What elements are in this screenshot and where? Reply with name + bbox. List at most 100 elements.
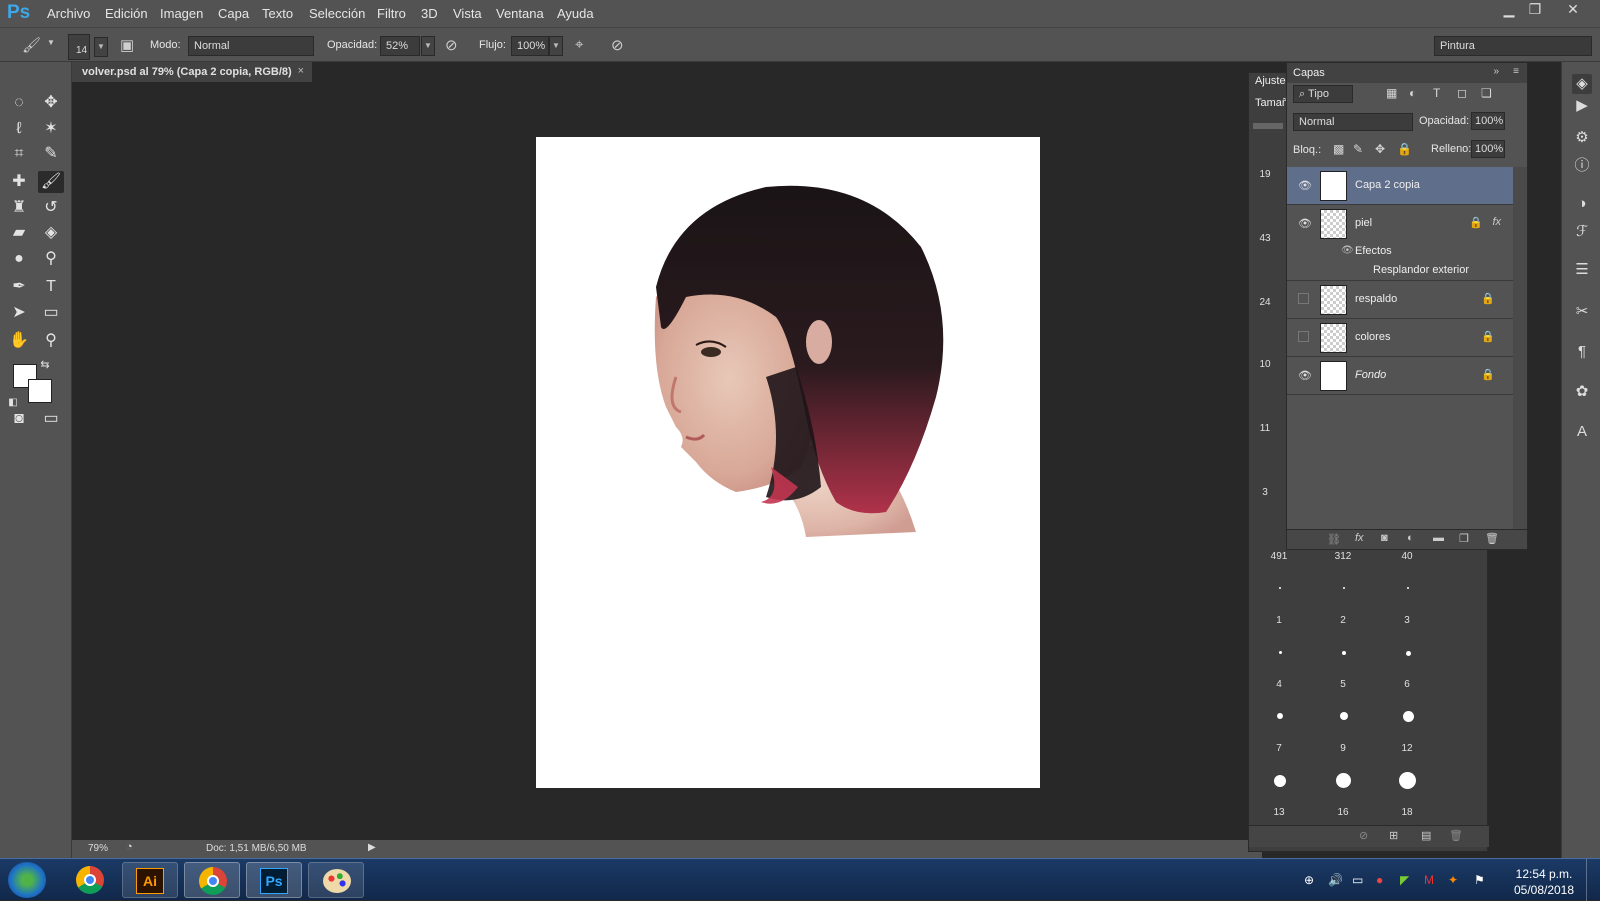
lasso-icon[interactable]: ℓ: [6, 118, 32, 140]
show-desktop-button[interactable]: [1586, 859, 1600, 901]
flow-dropdown[interactable]: ▼: [549, 36, 563, 56]
paint-bucket-icon[interactable]: ◈: [38, 222, 64, 244]
tray-volume-icon[interactable]: 🔊: [1328, 873, 1343, 887]
brush-tool-icon[interactable]: 🖌: [22, 36, 41, 54]
tray-mail-icon[interactable]: M: [1424, 873, 1434, 887]
brush-preset[interactable]: 491: [1249, 551, 1309, 562]
brush-tip-preview[interactable]: [1342, 651, 1346, 655]
brush-toggle-icon[interactable]: ⊘: [1359, 829, 1368, 842]
layer-fx-icon[interactable]: fx: [1492, 216, 1501, 228]
taskbar-chrome-icon[interactable]: [62, 862, 118, 898]
layer-row[interactable]: 👁 piel 🔒 fx 👁 Efectos Resplandor exterio…: [1287, 205, 1513, 281]
lock-all-icon[interactable]: 🔒: [1397, 142, 1412, 156]
minimize-icon[interactable]: ▁: [1496, 1, 1522, 21]
visibility-toggle-empty[interactable]: [1298, 331, 1309, 342]
adjust-panel-tab[interactable]: Ajuste: [1255, 75, 1286, 87]
eraser-icon[interactable]: ▰: [6, 222, 32, 244]
menu-3d[interactable]: 3D: [421, 6, 438, 21]
brush-tip-preview[interactable]: [1336, 773, 1351, 788]
info-icon[interactable]: ⓘ: [1572, 156, 1592, 176]
delete-layer-icon[interactable]: 🗑: [1485, 532, 1499, 545]
tool-presets-icon[interactable]: ✂: [1572, 302, 1592, 322]
type-icon[interactable]: T: [38, 276, 64, 298]
tray-app-icon[interactable]: ●: [1376, 873, 1383, 887]
menu-seleccion[interactable]: Selección: [309, 6, 365, 21]
layer-row[interactable]: respaldo 🔒: [1287, 281, 1513, 319]
brush-preset[interactable]: 40: [1377, 551, 1437, 562]
adjustments-icon[interactable]: ⚙: [1572, 128, 1592, 148]
dodge-icon[interactable]: ⚲: [38, 248, 64, 270]
brush-tip-preview[interactable]: [1406, 651, 1411, 656]
zoom-icon[interactable]: ⚲: [38, 330, 64, 352]
tray-network-icon[interactable]: ⊕: [1304, 873, 1314, 887]
brush-tip-preview[interactable]: [1403, 711, 1414, 722]
brush-preset[interactable]: 6: [1377, 679, 1437, 690]
layers-scrollbar[interactable]: [1513, 167, 1527, 547]
add-style-icon[interactable]: fx: [1355, 532, 1364, 544]
tray-nvidia-icon[interactable]: ◤: [1400, 873, 1409, 887]
filter-pixel-icon[interactable]: ▦: [1386, 86, 1397, 100]
status-info-icon[interactable]: ◔: [126, 841, 133, 853]
quick-mask-icon[interactable]: ◙: [6, 408, 32, 430]
play-actions-icon[interactable]: ▶: [1572, 96, 1592, 116]
lock-transparency-icon[interactable]: ▩: [1333, 142, 1344, 156]
crop-icon[interactable]: ⌗: [6, 143, 32, 165]
adjustment-layer-icon[interactable]: ◐: [1407, 532, 1414, 544]
tray-flag-icon[interactable]: ⚑: [1474, 873, 1485, 887]
visibility-eye-icon[interactable]: 👁: [1298, 179, 1312, 192]
background-color-swatch[interactable]: [28, 379, 52, 403]
elliptical-marquee-icon[interactable]: ◌: [6, 92, 32, 114]
effect-name[interactable]: Resplandor exterior: [1373, 264, 1469, 276]
link-layers-icon[interactable]: ⛓: [1327, 533, 1341, 546]
brush-tip-preview[interactable]: [1279, 587, 1281, 589]
fill-field[interactable]: 100%: [1471, 140, 1505, 158]
delete-brush-icon[interactable]: 🗑: [1449, 829, 1463, 842]
layer-filter-select[interactable]: ⌕ Tipo: [1293, 85, 1353, 103]
paragraph-icon[interactable]: ¶: [1572, 342, 1592, 362]
properties-icon[interactable]: ☰: [1572, 260, 1592, 280]
clock-date[interactable]: 05/08/2018: [1508, 883, 1580, 897]
blur-icon[interactable]: ●: [6, 248, 32, 270]
clone-stamp-icon[interactable]: ♜: [6, 197, 32, 219]
pressure-opacity-icon[interactable]: ⊘: [445, 36, 458, 54]
clock-time[interactable]: 12:54 p.m.: [1508, 867, 1580, 881]
flow-field[interactable]: 100%: [511, 36, 549, 56]
character-icon[interactable]: A: [1572, 422, 1592, 442]
taskbar-paint-icon[interactable]: [308, 862, 364, 898]
menu-capa[interactable]: Capa: [218, 6, 249, 21]
brush-preset[interactable]: 18: [1377, 807, 1437, 818]
styles-icon[interactable]: ◑: [1572, 194, 1592, 214]
layers-panel-icon[interactable]: ◈: [1572, 74, 1592, 94]
filter-smart-object-icon[interactable]: ❏: [1481, 86, 1492, 100]
brush-preset[interactable]: 12: [1377, 743, 1437, 754]
magic-wand-icon[interactable]: ✶: [38, 118, 64, 140]
brush-preset[interactable]: 4: [1249, 679, 1309, 690]
panel-menu-icon[interactable]: ≡: [1513, 66, 1519, 77]
opacity-field[interactable]: 52%: [380, 36, 420, 56]
screen-mode-icon[interactable]: ▭: [38, 408, 64, 430]
lock-position-icon[interactable]: ✥: [1375, 142, 1385, 156]
brush-panel-toggle-icon[interactable]: ▣: [120, 36, 134, 54]
menu-edicion[interactable]: Edición: [105, 6, 148, 21]
menu-imagen[interactable]: Imagen: [160, 6, 203, 21]
path-selection-icon[interactable]: ➤: [6, 302, 32, 324]
new-brush-icon[interactable]: ▤: [1421, 829, 1431, 842]
layer-name[interactable]: piel: [1355, 217, 1372, 229]
healing-brush-icon[interactable]: ✚: [6, 171, 32, 193]
brush-tip-preview[interactable]: [1399, 772, 1416, 789]
pen-icon[interactable]: ✒: [6, 276, 32, 298]
brush-tip-preview[interactable]: [1343, 587, 1345, 589]
brush-tip-preview[interactable]: [1407, 587, 1409, 589]
brush-preset[interactable]: 13: [1249, 807, 1309, 818]
menu-texto[interactable]: Texto: [262, 6, 293, 21]
pressure-size-icon[interactable]: ⊘: [611, 36, 624, 54]
move-tool-icon[interactable]: ✥: [38, 92, 64, 114]
layer-name[interactable]: colores: [1355, 331, 1390, 343]
menu-vista[interactable]: Vista: [453, 6, 482, 21]
eyedropper-icon[interactable]: ✎: [38, 143, 64, 165]
brush-preset-dropdown-icon[interactable]: ▼: [47, 38, 55, 47]
zoom-level[interactable]: 79%: [88, 843, 108, 854]
tab-close-icon[interactable]: ×: [298, 65, 304, 77]
menu-ayuda[interactable]: Ayuda: [557, 6, 594, 21]
brush-size-dropdown[interactable]: ▼: [94, 37, 108, 57]
